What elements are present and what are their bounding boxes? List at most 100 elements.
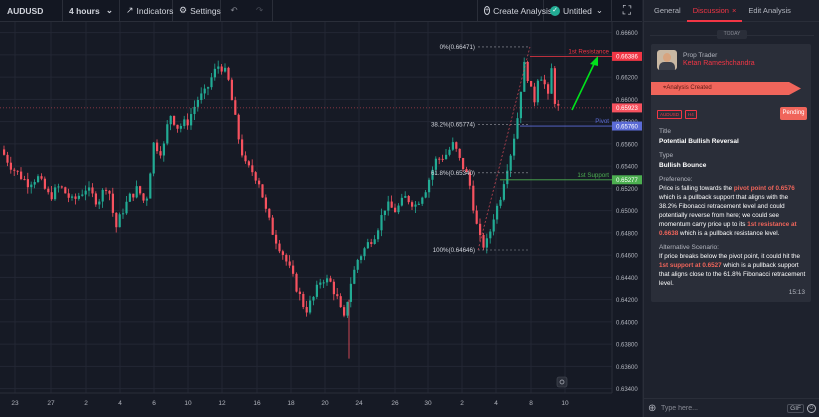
candle-body [237,114,240,140]
candle-body [407,195,410,203]
preference-text: Price is falling towards the pivot point… [659,185,807,238]
price-axis-label: 0.64000 [616,320,638,326]
candle-body [128,193,131,202]
symbol-label: AUDUSD [7,5,44,16]
candle-body [268,208,271,218]
candle-body [553,68,556,104]
candle-body [74,196,77,199]
candle-body [105,189,108,191]
price-chart[interactable]: 0.666000.664000.662000.660000.658000.656… [0,22,642,417]
candle-body [13,169,16,171]
toolbar-spacer [273,0,478,22]
candle-body [394,207,397,213]
top-toolbar: AUDUSD 4 hours ⌄ ↗ Indicators ⚙ Settings… [0,0,642,22]
candle-body [550,68,553,94]
candle-body [278,243,281,252]
candle-body [288,261,291,266]
message-input[interactable] [658,404,788,412]
candle-body [200,93,203,101]
indicators-icon: ↗ [126,5,134,15]
candle-body [275,234,278,244]
gif-button[interactable]: GIF [787,403,804,413]
candle-body [315,284,318,297]
tab-general[interactable]: General [648,0,687,22]
projection-arrow-line[interactable] [571,61,596,111]
candle-body [557,103,560,106]
time-axis-label: 2 [460,400,464,407]
candle-body [428,179,431,193]
candle-body [210,77,213,88]
candle-body [125,201,128,214]
author-role: Prop Trader [683,52,718,59]
chevron-down-icon: ⌄ [105,5,113,15]
undo-button[interactable]: ↶ [221,0,247,22]
price-axis-label: 0.65600 [616,142,638,148]
date-divider: TODAY [644,30,819,40]
type-label: Type [659,152,674,159]
close-icon[interactable]: × [732,6,736,15]
analysis-created-label: Analysis Created [666,85,712,91]
price-axis-label: 0.65200 [616,187,638,193]
layout-name-selector[interactable]: ✓ Untitled ⌄ [544,0,612,22]
chart-area[interactable]: 0.666000.664000.662000.660000.658000.656… [0,22,642,417]
message-timestamp: 15:13 [788,289,805,296]
candle-body [258,180,261,185]
candle-body [496,205,499,220]
price-axis-label: 0.63400 [616,387,638,393]
plus-circle-icon: + [484,6,491,15]
fullscreen-button[interactable]: ⛶ [612,0,642,22]
candle-body [346,301,349,316]
candle-body [159,151,162,156]
interval-selector[interactable]: 4 hours ⌄ [63,0,120,22]
snapshot-icon[interactable] [556,376,568,388]
candle-body [227,67,230,80]
redo-button[interactable]: ↷ [247,0,273,22]
time-axis-label: 16 [253,400,261,407]
candle-body [254,172,257,181]
price-axis-label: 0.66000 [616,98,638,104]
price-axis-label: 0.63800 [616,343,638,349]
candle-body [356,259,359,270]
candle-body [281,251,284,255]
candle-body [543,79,546,85]
highlighted-level: pivot point of 0.6576 [733,185,795,192]
resistance-level-label: 1st Resistance [568,48,609,55]
add-attachment-icon[interactable]: ⊕ [648,403,658,414]
candle-body [458,148,461,158]
emoji-icon[interactable]: ☺ [807,403,816,413]
tab-discussion[interactable]: Discussion × [686,0,743,22]
candle-body [111,193,114,213]
candle-body [482,235,485,248]
candle-body [241,139,244,156]
candle-body [234,100,237,115]
candle-body [132,193,135,198]
price-axis-label: 0.63600 [616,365,638,371]
candle-body [186,119,189,126]
candle-body [220,66,223,72]
candle-body [424,192,427,198]
candle-body [353,269,356,284]
candle-body [77,195,80,199]
candle-body [122,213,125,215]
tab-edit-analysis[interactable]: Edit Analysis [742,0,797,22]
candle-body [305,306,308,313]
candle-body [183,119,186,126]
candle-body [166,124,169,144]
create-analysis-button[interactable]: + Create Analysis [478,0,552,22]
candle-body [101,189,104,202]
candle-body [142,193,145,201]
layout-name-label: Untitled [563,5,592,16]
avatar [657,50,677,70]
author-name[interactable]: Ketan Rameshchandra [683,60,755,67]
symbol-selector[interactable]: AUDUSD [0,0,63,22]
candle-body [40,176,43,179]
avatar-body [659,62,675,70]
candle-body [536,80,539,103]
candle-body [16,170,19,172]
candle-body [492,219,495,232]
indicators-button[interactable]: ↗ Indicators [120,0,173,22]
candle-body [139,186,142,194]
settings-button[interactable]: ⚙ Settings [173,0,221,22]
fib-level-label: 100%(0.64646) [433,247,475,254]
candle-body [547,84,550,94]
